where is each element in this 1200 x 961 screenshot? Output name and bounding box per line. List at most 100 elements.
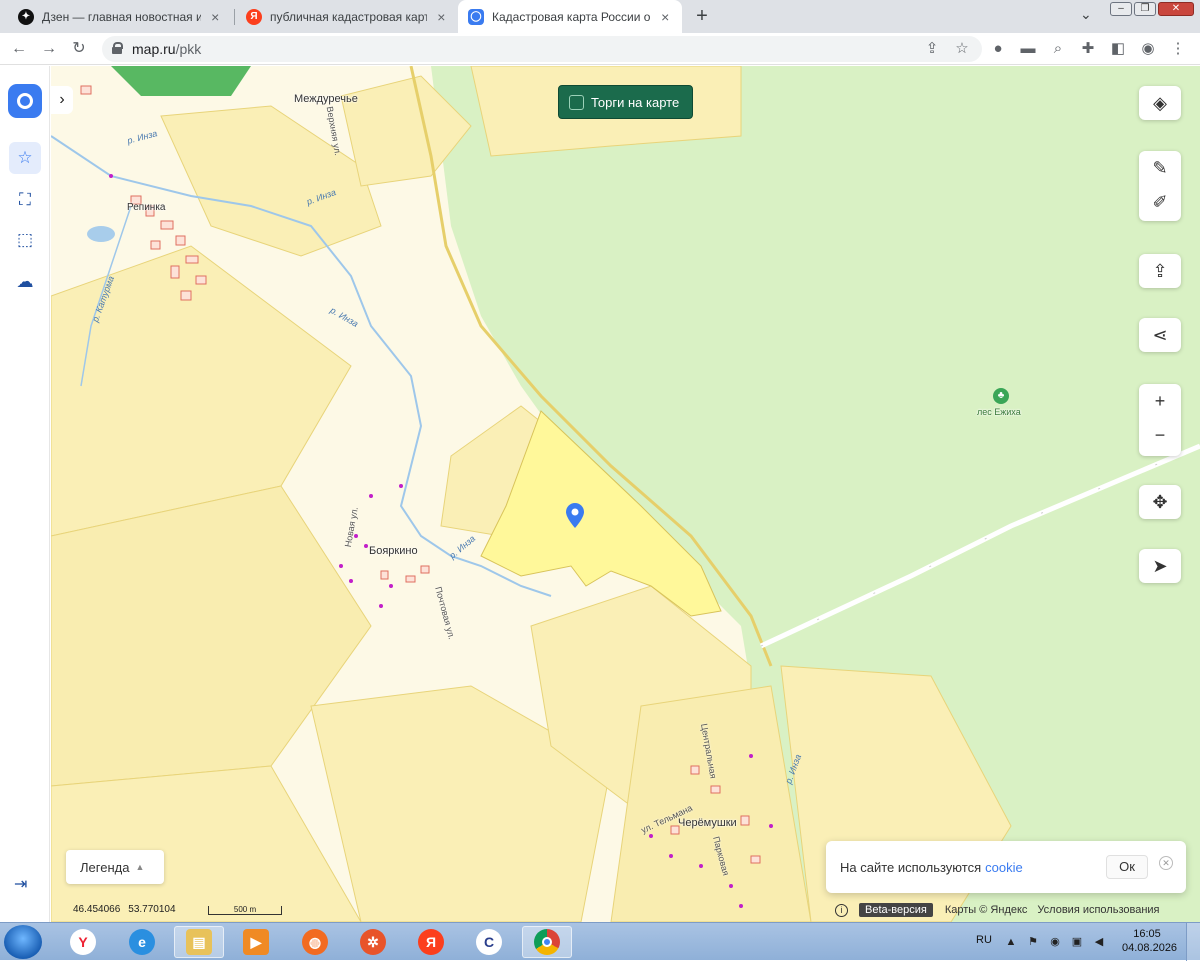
zoom-control: + − — [1139, 384, 1181, 456]
tab-title: Дзен — главная новостная инф — [42, 9, 201, 24]
zoom-in-icon[interactable]: + — [1139, 384, 1181, 418]
profile-icon[interactable]: ◉ — [1138, 39, 1158, 59]
extension-hat-icon[interactable]: ▬ — [1018, 39, 1038, 59]
map-canvas[interactable]: ♣ Междуречье Репинка Бояркино Черёмушки … — [51, 66, 1200, 922]
url-text[interactable]: map.ru/pkk — [132, 41, 201, 57]
system-clock[interactable]: 16:05 04.08.2026 — [1122, 927, 1177, 955]
start-button-icon[interactable] — [4, 925, 42, 959]
close-tab-icon[interactable]: × — [209, 9, 222, 25]
upload-control: ⇪ — [1139, 254, 1181, 288]
torgi-label: Торги на карте — [591, 94, 680, 110]
left-sidebar: ☆ ⛶ ⬚ ☁ ⇥ — [0, 66, 50, 922]
scale-bar: 500 m — [208, 906, 282, 915]
map-attribution: i Beta-версия Карты © Яндекс Условия исп… — [835, 902, 1170, 918]
tab-separator — [234, 9, 235, 25]
forest-marker-icon[interactable]: ♣ — [993, 388, 1009, 404]
share-nodes-icon[interactable]: ⋖ — [1139, 318, 1181, 352]
side-panel-icon[interactable]: ◧ — [1108, 39, 1128, 59]
tray-volume-icon[interactable]: ◀ — [1092, 935, 1106, 949]
app-dots-icon: ✲ — [360, 929, 386, 955]
cloud-upload-icon[interactable]: ⇪ — [1139, 254, 1181, 288]
move-arrows-icon[interactable]: ✥ — [1139, 485, 1181, 519]
taskbar-media[interactable]: ▶ — [231, 926, 281, 958]
taskbar-app-c[interactable]: C — [464, 926, 514, 958]
restore-window-button[interactable]: ❐ — [1134, 2, 1156, 16]
extension-avatar-icon[interactable]: ● — [988, 39, 1008, 59]
torgi-toggle-button[interactable]: Торги на карте — [558, 85, 693, 119]
taskbar-firefox[interactable]: ◍ — [290, 926, 340, 958]
tab-search-chevron-icon[interactable]: ⌄ — [1080, 6, 1092, 23]
taskbar-yandex[interactable]: Я — [406, 926, 456, 958]
draw-tools-control: ✎ ✐ — [1139, 151, 1181, 221]
browser-toolbar: ← → ↻ map.ru/pkk ⇪ ☆ ● ▬ ⌕ ✚ ◧ ◉ ⋮ — [0, 33, 1200, 65]
terms-link[interactable]: Условия использования — [1037, 904, 1159, 916]
cookie-link[interactable]: cookie — [985, 860, 1023, 875]
tab-kadastr-active[interactable]: ◯ Кадастровая карта России онла × — [458, 0, 682, 33]
share-control: ⋖ — [1139, 318, 1181, 352]
info-icon[interactable]: i — [835, 903, 848, 917]
select-area-icon[interactable]: ⬚ — [9, 224, 41, 256]
close-window-button[interactable]: ✕ — [1158, 2, 1194, 16]
new-tab-button[interactable]: + — [690, 4, 714, 28]
coord-lon: 53.770104 — [128, 904, 176, 915]
place-label-les-ezhikha: лес Ежиха — [977, 407, 1021, 417]
maps-copyright[interactable]: Карты © Яндекс — [945, 904, 1028, 916]
tray-network-icon[interactable]: ▣ — [1070, 935, 1084, 949]
favorites-star-icon[interactable]: ☆ — [9, 142, 41, 174]
legend-label: Легенда — [80, 859, 130, 875]
close-tab-icon[interactable]: × — [435, 9, 448, 25]
cloud-icon[interactable]: ☁ — [9, 266, 41, 298]
address-bar[interactable]: map.ru/pkk ⇪ ☆ — [102, 36, 982, 62]
cookie-ok-button[interactable]: Ок — [1106, 855, 1148, 879]
forward-arrow-icon[interactable]: → — [38, 38, 60, 60]
back-arrow-icon[interactable]: ← — [8, 38, 30, 60]
beta-badge: Beta-версия — [859, 903, 933, 917]
yandex-browser-icon: Y — [70, 929, 96, 955]
menu-kebab-icon[interactable]: ⋮ — [1168, 39, 1188, 59]
share-icon[interactable]: ⇪ — [922, 39, 942, 59]
yandex-icon: Я — [418, 929, 444, 955]
tab-title: публичная кадастровая карта – — [270, 9, 427, 24]
app-c-icon: C — [476, 929, 502, 955]
bookmark-star-icon[interactable]: ☆ — [952, 39, 972, 59]
tab-dzen[interactable]: ✦ Дзен — главная новостная инф × — [8, 0, 232, 33]
polygon-tool-icon[interactable]: ⛶ — [9, 184, 41, 216]
minimize-window-button[interactable]: ‒ — [1110, 2, 1132, 16]
taskbar-app-dots[interactable]: ✲ — [348, 926, 398, 958]
yandex-favicon-icon: Я — [246, 8, 262, 25]
keyboard-language[interactable]: RU — [976, 934, 992, 946]
taskbar-explorer[interactable]: ▤ — [174, 926, 224, 958]
map-base-layer — [51, 66, 1200, 922]
expand-sidebar-chevron-icon[interactable]: › — [51, 86, 73, 114]
show-desktop-button[interactable] — [1186, 923, 1200, 961]
login-icon[interactable]: ⇥ — [14, 874, 27, 894]
navigation-arrow-icon[interactable]: ➤ — [1139, 549, 1181, 583]
layers-icon[interactable]: ◈ — [1139, 86, 1181, 120]
legend-button[interactable]: Легенда ▲ — [66, 850, 164, 884]
close-tab-icon[interactable]: × — [659, 9, 672, 25]
edit-icon[interactable]: ✐ — [1139, 185, 1181, 219]
tray-network-flag-icon[interactable]: ⚑ — [1026, 935, 1040, 949]
tab-pkk[interactable]: Я публичная кадастровая карта – × — [236, 0, 458, 33]
taskbar-yandex-browser[interactable]: Y — [58, 926, 108, 958]
zoom-out-icon[interactable]: − — [1139, 418, 1181, 452]
torgi-checkbox[interactable] — [569, 94, 584, 110]
tray-expand-icon[interactable]: ▲ — [1004, 935, 1018, 949]
reload-icon[interactable]: ↻ — [68, 38, 90, 60]
coordinates-readout: 46.454066 53.770104 — [73, 904, 184, 915]
chrome-icon — [534, 929, 560, 955]
place-label-cheremushki: Черёмушки — [678, 817, 737, 829]
extensions-puzzle-icon[interactable]: ✚ — [1078, 39, 1098, 59]
place-label-mezhdureche: Междуречье — [294, 93, 358, 105]
extension-search-icon[interactable]: ⌕ — [1048, 39, 1068, 59]
taskbar-ie[interactable]: e — [117, 926, 167, 958]
close-icon[interactable]: ✕ — [1159, 856, 1173, 870]
ruler-icon[interactable]: ✎ — [1139, 151, 1181, 185]
taskbar-chrome[interactable] — [522, 926, 572, 958]
app-logo-icon[interactable] — [8, 84, 42, 118]
map-pin-icon[interactable] — [564, 503, 586, 529]
folder-icon: ▤ — [186, 929, 212, 955]
firefox-icon: ◍ — [302, 929, 328, 955]
tray-update-icon[interactable]: ◉ — [1048, 935, 1062, 949]
tab-title: Кадастровая карта России онла — [492, 9, 651, 24]
